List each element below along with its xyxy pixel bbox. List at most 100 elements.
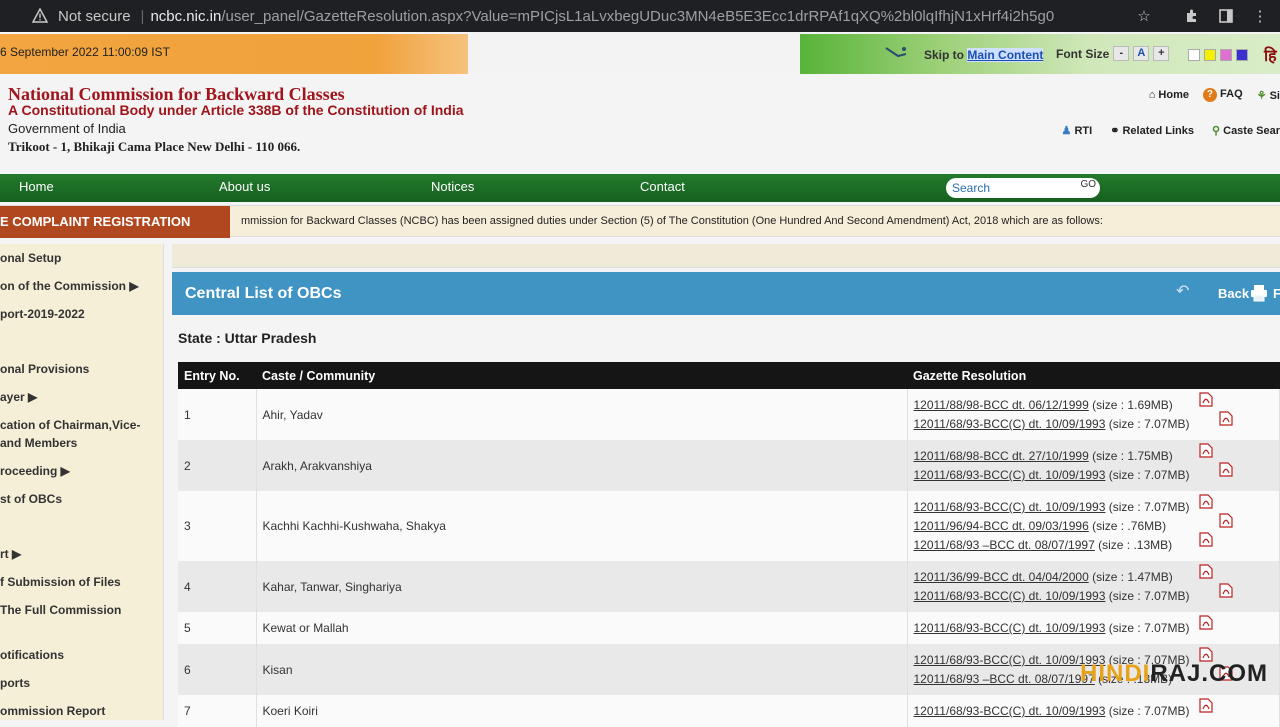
gazette-link[interactable]: 12011/68/93-BCC(C) dt. 10/09/1993 <box>914 500 1106 514</box>
gazette-link[interactable]: 12011/96/94-BCC dt. 09/03/1996 <box>914 519 1089 533</box>
chain-link-icon: ⚭ <box>1110 125 1120 137</box>
related-links-link[interactable]: ⚭ Related Links <box>1110 124 1194 137</box>
extensions-puzzle-icon[interactable] <box>1182 6 1202 26</box>
sidebar-item[interactable]: st of OBCs <box>0 490 62 508</box>
gazette-link[interactable]: 12011/68/93-BCC(C) dt. 10/09/1993 <box>914 589 1106 603</box>
date-band: 6 September 2022 11:00:09 IST <box>0 34 468 74</box>
gazette-entry: 12011/68/93-BCC(C) dt. 10/09/1993 (size … <box>914 410 1274 434</box>
complaint-registration-button[interactable]: E COMPLAINT REGISTRATION <box>0 206 230 238</box>
sidebar-item[interactable]: ayer ▶ <box>0 388 37 406</box>
warning-icon[interactable] <box>30 6 50 26</box>
screen-reader-icon[interactable] <box>884 44 908 67</box>
pdf-icon[interactable] <box>1219 410 1233 426</box>
pdf-icon[interactable] <box>1219 582 1233 598</box>
table-row: 1 Ahir, Yadav 12011/88/98-BCC dt. 06/12/19… <box>178 389 1280 440</box>
caste-name: Kahar, Tanwar, Singhariya <box>256 561 908 612</box>
home-link[interactable]: ⌂ Home <box>1149 89 1189 101</box>
pdf-icon[interactable] <box>1219 512 1233 528</box>
entry-number: 7 <box>178 695 257 727</box>
theme-yellow-swatch[interactable] <box>1204 49 1216 61</box>
sidebar-item[interactable]: f Submission of Files <box>0 573 121 591</box>
print-label[interactable]: F <box>1273 286 1280 301</box>
font-decrease-button[interactable]: - <box>1113 46 1130 61</box>
caste-search-link[interactable]: ⚲ Caste Sear <box>1212 124 1280 137</box>
gazette-link[interactable]: 12011/68/93-BCC(C) dt. 10/09/1993 <box>914 468 1106 482</box>
sidebar-item[interactable]: The Full Commission <box>0 601 121 619</box>
skip-label: Skip to <box>924 48 965 62</box>
font-increase-button[interactable]: + <box>1153 46 1170 61</box>
column-header-entry: Entry No. <box>178 362 256 389</box>
gazette-link[interactable]: 12011/68/93-BCC(C) dt. 10/09/1993 <box>914 417 1106 431</box>
sidebar-item[interactable]: ommission Report <box>0 702 105 720</box>
org-address: Trikoot - 1, Bhikaji Cama Place New Delh… <box>8 139 301 154</box>
menu-kebab-icon[interactable]: ⋮ <box>1250 6 1270 26</box>
printer-icon[interactable] <box>1250 284 1268 307</box>
gazette-entry: 12011/68/93-BCC(C) dt. 10/09/1993 (size … <box>914 582 1274 606</box>
nav-about-us[interactable]: About us <box>219 179 270 194</box>
gazette-link[interactable]: 12011/68/93 –BCC dt. 08/07/1997 <box>914 672 1095 686</box>
font-normal-button[interactable]: A <box>1133 46 1150 61</box>
theme-white-swatch[interactable] <box>1188 49 1200 61</box>
nav-notices[interactable]: Notices <box>431 179 474 194</box>
gazette-entry: 12011/68/93-BCC(C) dt. 10/09/1993 (size … <box>914 461 1274 485</box>
side-panel-icon[interactable] <box>1216 6 1236 26</box>
gazette-link[interactable]: 12011/68/93-BCC(C) dt. 10/09/1993 <box>914 704 1106 718</box>
sidebar-item[interactable]: onal Provisions <box>0 360 89 378</box>
pdf-icon[interactable] <box>1199 563 1213 579</box>
pdf-icon[interactable] <box>1199 697 1213 713</box>
left-sidebar: onal Setup on of the Commission ▶ port-2… <box>0 244 164 720</box>
pdf-icon[interactable] <box>1199 614 1213 630</box>
nav-contact[interactable]: Contact <box>640 179 685 194</box>
sidebar-item[interactable]: port-2019-2022 <box>0 305 85 323</box>
pdf-icon[interactable] <box>1199 442 1213 458</box>
pdf-icon[interactable] <box>1199 391 1213 407</box>
gazette-link[interactable]: 12011/68/93-BCC(C) dt. 10/09/1993 <box>914 621 1106 635</box>
sidebar-item[interactable]: ports <box>0 674 30 692</box>
main-content-link[interactable]: Main Content <box>967 48 1044 62</box>
gazette-entry: 12011/68/93 –BCC dt. 08/07/1997 (size : … <box>914 531 1274 555</box>
caste-name: Kisan <box>256 644 908 695</box>
sidebar-item[interactable]: on of the Commission ▶ <box>0 277 139 295</box>
sidebar-item[interactable]: and Members <box>0 434 77 452</box>
entry-number: 4 <box>178 561 257 612</box>
gazette-entry: 12011/68/93-BCC(C) dt. 10/09/1993 (size … <box>914 614 1274 638</box>
pdf-icon[interactable] <box>1219 461 1233 477</box>
url-host: ncbc.nic.in <box>150 7 222 25</box>
gazette-link[interactable]: 12011/68/93 –BCC dt. 08/07/1997 <box>914 538 1095 552</box>
search-go-button[interactable]: GO <box>1080 179 1096 190</box>
bookmark-star-icon[interactable]: ☆ <box>1134 6 1154 26</box>
header-links-bottom: ♟ RTI ⚭ Related Links ⚲ Caste Sear <box>1062 124 1280 137</box>
skip-to-content: Skip to Main Content <box>924 48 1044 62</box>
org-tagline: A Constitutional Body under Article 338B… <box>8 102 464 118</box>
back-button[interactable]: Back <box>1218 286 1249 301</box>
search-input[interactable]: Search GO <box>946 178 1100 198</box>
sidebar-item[interactable]: rt ▶ <box>0 545 21 563</box>
gazette-link[interactable]: 12011/68/98-BCC dt. 27/10/1999 <box>914 449 1089 463</box>
hindi-language-icon[interactable]: हि <box>1264 44 1277 66</box>
pdf-icon[interactable] <box>1199 493 1213 509</box>
sidebar-item[interactable]: onal Setup <box>0 249 61 267</box>
sidebar-item[interactable]: cation of Chairman,Vice- <box>0 416 140 434</box>
sidebar-item[interactable]: roceeding ▶ <box>0 462 70 480</box>
address-bar[interactable]: ncbc.nic.in/user_panel/GazetteResolution… <box>150 8 1054 25</box>
gazette-link[interactable]: 12011/36/99-BCC dt. 04/04/2000 <box>914 570 1089 584</box>
back-arrow-icon[interactable]: ↶ <box>1176 281 1189 301</box>
browser-actions: ☆ ⋮ <box>1134 0 1280 32</box>
security-label[interactable]: Not secure <box>58 8 131 25</box>
theme-blue-swatch[interactable] <box>1236 49 1248 61</box>
faq-link[interactable]: ? FAQ <box>1202 88 1243 102</box>
sidebar-item[interactable]: otifications <box>0 646 64 664</box>
gazette-cell: 12011/88/98-BCC dt. 06/12/1999 (size : 1… <box>907 389 1280 440</box>
table-row: 7 Koeri Koiri 12011/68/93-BCC(C) dt. 10/09… <box>178 695 1280 727</box>
file-size: (size : .76MB) <box>1092 518 1167 533</box>
top-strip: 6 September 2022 11:00:09 IST Skip to Ma… <box>0 34 1280 74</box>
pdf-icon[interactable] <box>1199 531 1213 547</box>
theme-pink-swatch[interactable] <box>1220 49 1232 61</box>
gazette-link[interactable]: 12011/88/98-BCC dt. 06/12/1999 <box>914 398 1089 412</box>
nav-home[interactable]: Home <box>19 179 54 194</box>
gazette-link[interactable]: 12011/68/93-BCC(C) dt. 10/09/1993 <box>914 653 1106 667</box>
url-path: /user_panel/GazetteResolution.aspx?Value… <box>221 7 1055 25</box>
accessibility-band: Skip to Main Content Font Size - A + हि <box>800 34 1280 74</box>
sitemap-link[interactable]: ⚘ Si <box>1257 89 1280 102</box>
rti-link[interactable]: ♟ RTI <box>1062 124 1093 137</box>
